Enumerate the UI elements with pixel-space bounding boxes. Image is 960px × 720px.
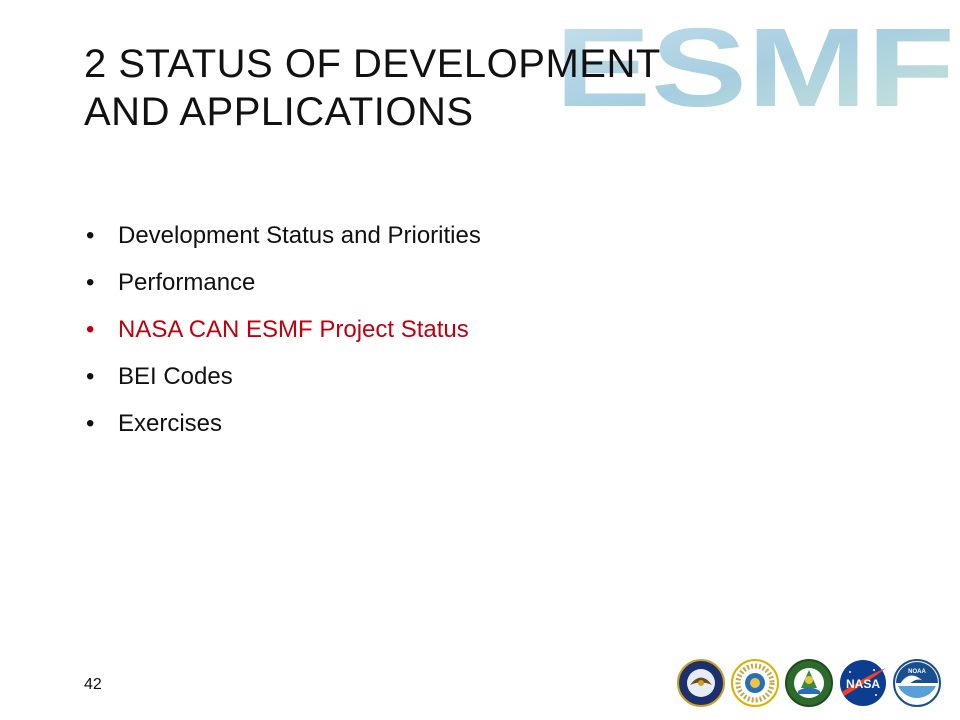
bullet-dot: • <box>86 222 95 249</box>
bullet-dot: • <box>86 363 95 390</box>
bullet-dot: • <box>86 269 95 296</box>
bullet-text: BEI Codes <box>118 363 233 390</box>
bullet-item: • Development Status and Priorities <box>84 212 784 259</box>
title-line-1: 2 STATUS OF DEVELOPMENT <box>84 42 661 86</box>
bullet-text: NASA CAN ESMF Project Status <box>118 316 469 343</box>
bullet-text: Development Status and Priorities <box>118 222 481 249</box>
nasa-logo-icon: NASA <box>838 658 888 708</box>
bullet-dot: • <box>86 316 95 343</box>
slide: ESMF 2 STATUS OF DEVELOPMENT AND APPLICA… <box>0 0 960 720</box>
title-line-2: AND APPLICATIONS <box>84 90 474 134</box>
bullet-dot: • <box>86 410 95 437</box>
dod-seal-icon <box>676 658 726 708</box>
slide-title: 2 STATUS OF DEVELOPMENT AND APPLICATIONS <box>84 40 844 136</box>
bullet-item-highlighted: • NASA CAN ESMF Project Status <box>84 306 784 353</box>
noaa-wordmark: NOAA <box>908 669 926 675</box>
bullet-list: • Development Status and Priorities • Pe… <box>84 212 784 447</box>
doe-seal-icon <box>784 658 834 708</box>
nsf-seal-icon <box>730 658 780 708</box>
bullet-text: Performance <box>118 269 256 296</box>
agency-seals: NASA NOAA <box>676 656 946 712</box>
bullet-item: • BEI Codes <box>84 353 784 400</box>
page-number: 42 <box>84 676 102 693</box>
bullet-item: • Performance <box>84 259 784 306</box>
nasa-wordmark: NASA <box>846 677 880 691</box>
noaa-logo-icon: NOAA <box>892 658 942 708</box>
bullet-text: Exercises <box>118 410 223 437</box>
bullet-item: • Exercises <box>84 400 784 447</box>
